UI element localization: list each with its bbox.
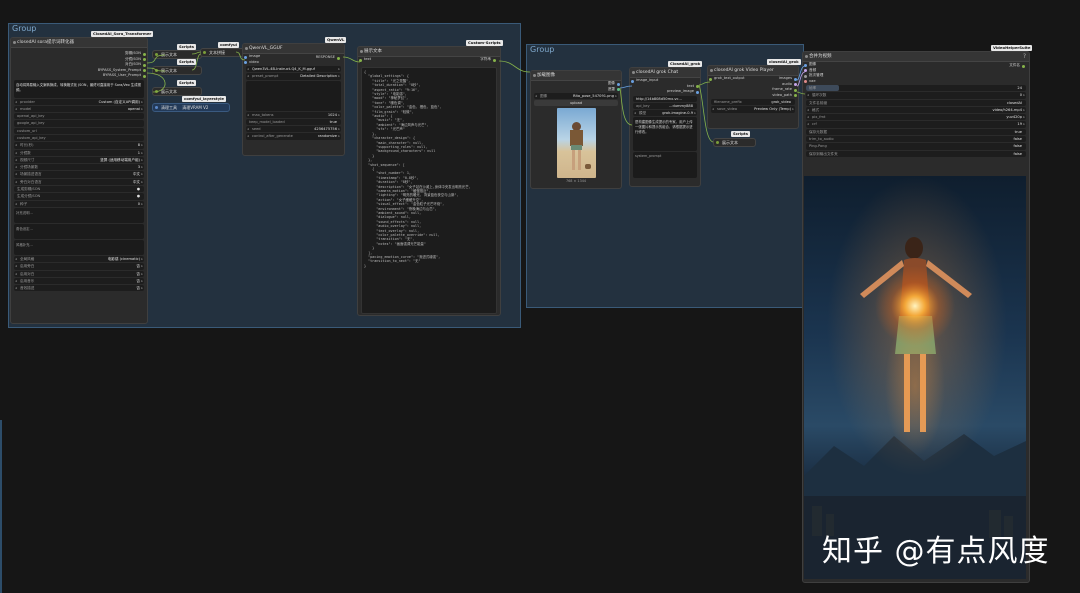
show-text-mini-right[interactable]: 展示文本 (713, 138, 756, 147)
control-after-generate-select[interactable]: ◂ control_after_generate randomize ▸ (246, 133, 341, 140)
shot-count-stepper[interactable]: ◂ 分镜数 1 ▸ (14, 149, 144, 156)
save-metadata-toggle[interactable]: 保存元数据 true (806, 128, 1026, 136)
global-style-select[interactable]: ◂ 全局风格 电影感 (cinematic) ▸ (14, 255, 144, 263)
text-concat-node[interactable]: 文本拼接 (200, 48, 246, 57)
scripts-tag-2: Scripts (177, 59, 196, 65)
trim-to-audio-toggle[interactable]: trim_to_audio false (806, 136, 1026, 143)
save-output-toggle[interactable]: 保存到输出文件夹 false (806, 150, 1026, 157)
show-text-node-header[interactable]: 展示文本 (358, 47, 500, 57)
sora-transformer-node[interactable]: closedAI sora提示词转化器 剪辑JSON 分镜JSON 对白JSON… (10, 37, 148, 324)
sora-node-title: closedAI sora提示词转化器 (17, 40, 74, 45)
input-image-preview (556, 108, 596, 179)
ping-pong-toggle[interactable]: Ping-Pong false (806, 143, 1026, 150)
pix-fmt-select[interactable]: ◂ pix_fmt yuv420p ▸ (806, 114, 1026, 121)
scene-count-stepper[interactable]: ◂ 分镜场景数 3 ▸ (14, 164, 144, 171)
format-select[interactable]: ◂ 格式 video/h264-mp4 ▸ (806, 106, 1026, 114)
image-size-label: 768 × 1344 (565, 179, 587, 184)
keep-model-toggle[interactable]: keep_model_loaded true (246, 118, 341, 126)
duration-stepper[interactable]: ◂ 时长(秒) 8 ▸ (14, 142, 144, 149)
help-icon[interactable]: ? (1023, 52, 1026, 61)
sora-node-header[interactable]: closedAI sora提示词转化器 (11, 38, 147, 48)
character-textarea[interactable]: 角色设定... (14, 223, 144, 239)
system-prompt-textarea[interactable]: system_prompt (633, 152, 697, 179)
style-textarea[interactable]: 风格补充... (14, 239, 144, 255)
load-image-node[interactable]: 加载图像 图像 遮罩 ◂ 图像 Rita_pose_547091.png ▸ uplo… (530, 70, 622, 189)
model-select[interactable]: ◂ Qwen3VL-4B-Instruct-Q4_K_M.gguf ▸ (246, 66, 341, 73)
seed-stepper[interactable]: ◂ 种子 0 ▸ (14, 200, 144, 207)
custom-url-field[interactable]: custom_url (14, 127, 144, 134)
model-select[interactable]: ◂ model openai ▸ (14, 105, 144, 113)
toggle-icon: ● (136, 194, 140, 199)
node-canvas[interactable]: Group Group ClosedAI_Sora_Transformer cl… (0, 0, 1080, 593)
filename-prefix-field[interactable]: 文件名前缀 closedAI (806, 99, 1026, 106)
qwen-gguf-node[interactable]: QwenVL_GGUF image video RESPONSE ◂ Qwen3V… (242, 43, 345, 156)
custom-prompt-textarea[interactable] (246, 80, 341, 111)
canvas-edge-marker (0, 420, 2, 593)
save-video-select[interactable]: ◂ save_video Preview Only (Temp) ▸ (711, 106, 795, 113)
edit-json-toggle[interactable]: 生成剪辑JSON ● (14, 186, 144, 193)
filename-prefix-field[interactable]: filename_prefix grok_video (711, 99, 795, 106)
grok-model-select[interactable]: ◂ 模型 grok-imagine-0.9 ▸ (633, 110, 697, 117)
video-frame-art (804, 176, 1026, 579)
prompt-textarea[interactable]: 是构建图像生成提示的专家。用户上传一张图片和提示的组合，请根据提示进行修改。 (633, 117, 697, 152)
collapse-dot-icon[interactable] (13, 41, 16, 44)
image-file-select[interactable]: ◂ 图像 Rita_pose_547091.png ▸ (534, 93, 618, 100)
crf-stepper[interactable]: ◂ crf 19 ▸ (806, 121, 1026, 128)
string-output-port[interactable]: 字符串 (480, 57, 496, 63)
text-input-port[interactable]: text (359, 57, 497, 63)
video-preview[interactable] (804, 176, 1026, 579)
preview-image-output-port[interactable]: preview_image (633, 89, 699, 95)
max-tokens-stepper[interactable]: ◂ max_tokens 1024 ▸ (246, 111, 341, 118)
right-group-title: Group (530, 45, 555, 54)
left-group-title: Group (12, 24, 37, 33)
output-port[interactable]: BYPASS_User_Prompt (14, 73, 146, 79)
vae-input-port[interactable]: vae (804, 79, 1026, 85)
show-text-mini-3[interactable]: 展示文本 (152, 87, 202, 96)
video-player-header[interactable]: closedAI grok Video Player (708, 66, 798, 76)
json-output-text[interactable]: { "global_settings": { "title": "光之觉醒", … (361, 67, 497, 314)
dialogue-language-select[interactable]: ◂ 旁白对白语言 中文 ▸ (14, 178, 144, 186)
openai-api-key-field[interactable]: openai_api_key (14, 113, 144, 120)
preset-prompt-select[interactable]: ◂ preset_prompt Detailed Description ▸ (246, 73, 341, 80)
grok-chat-header[interactable]: closedAI grok Chat (630, 68, 700, 78)
video-size-select[interactable]: ◂ 视频尺寸 竖屏 (适用移动端用户组) ▸ (14, 156, 144, 164)
video-path-output-port[interactable]: video_path (711, 93, 797, 99)
api-url-field[interactable]: http://14b808d50mx-vc... (633, 95, 697, 102)
provider-select[interactable]: ◂ provider Custom (自定义API调用) ▸ (14, 98, 144, 105)
frame-rate-slider[interactable]: 帧率 24 (806, 85, 1026, 92)
google-api-key-field[interactable]: google_api_key (14, 120, 144, 127)
response-output-port[interactable]: RESPONSE (316, 55, 340, 61)
supplement-textarea[interactable]: 补充说明... (14, 207, 144, 223)
custom-api-key-field[interactable]: custom_api_key (14, 134, 144, 142)
vhs-node-header[interactable]: 合并为视频? (803, 52, 1029, 62)
sora-description-text[interactable]: 自动将简易输入文案转换成，转换格式化 JSON，最终可直接用于 Sora/Veo… (14, 79, 144, 98)
seed-stepper[interactable]: ◂ seed 4256475756 ▸ (246, 126, 341, 133)
scene-language-select[interactable]: ◂ 场景描述语言 中文 ▸ (14, 171, 144, 178)
storyboard-json-toggle[interactable]: 生成分镜JSON ● (14, 193, 144, 200)
api-key-field[interactable]: api_key ...dummy888 (633, 102, 697, 110)
mask-output-port[interactable]: 遮罩 (534, 87, 620, 93)
loop-count-stepper[interactable]: ◂ 循环次数 0 ▸ (806, 92, 1026, 99)
load-image-header[interactable]: 加载图像 (531, 71, 621, 81)
vram-clean-node[interactable]: 清理工具 清理VRAM V2 (152, 103, 230, 112)
grok-chat-node[interactable]: closedAI grok Chat image_input text prev… (629, 67, 701, 187)
qwen-node-header[interactable]: QwenVL_GGUF (243, 44, 344, 54)
grok-video-player-node[interactable]: closedAI grok Video Player grok_text_out… (707, 65, 799, 129)
zhihu-watermark: 知乎 @有点风度 (822, 534, 1050, 569)
scripts-tag-right: Scripts (731, 131, 750, 137)
sfx-select[interactable]: ◂ 音效描述否 ▸ (14, 285, 144, 292)
dialogue-select[interactable]: ◂ 启用对白否 ▸ (14, 270, 144, 277)
toggle-icon: ● (136, 187, 140, 192)
vram-tag: comfyui_layerstyle (182, 96, 226, 102)
scripts-tag-3: Scripts (177, 80, 196, 86)
narration-select[interactable]: ◂ 启用旁白否 ▸ (14, 263, 144, 270)
show-text-mini-2[interactable]: 展示文本 (152, 66, 202, 75)
music-select[interactable]: ◂ 启用音乐否 ▸ (14, 277, 144, 285)
show-text-mini-1[interactable]: 展示文本 (152, 50, 202, 59)
upload-button[interactable]: upload (534, 100, 618, 107)
